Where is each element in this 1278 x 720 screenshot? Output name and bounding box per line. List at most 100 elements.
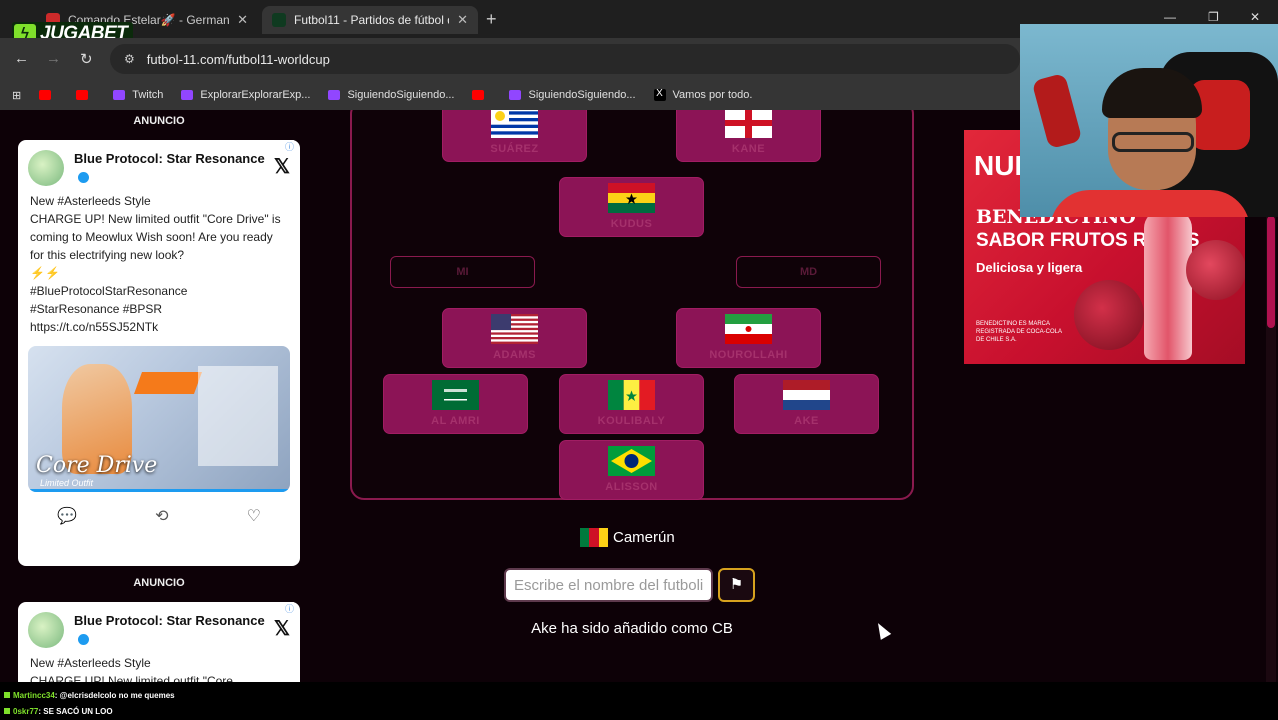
like-icon[interactable]: ♡ [247, 506, 261, 526]
futbol11-favicon-icon [272, 13, 286, 27]
lineup-pitch: SUÁREZ KANE KUDUS MI MD ADAMS NOUROLLAHI… [350, 110, 914, 500]
badge-icon [4, 708, 10, 714]
player-card-nourollahi[interactable]: NOUROLLAHI [676, 308, 821, 368]
chat-message: Martincc34: @elcrisdelcolo no me quemes [4, 691, 175, 700]
reload-icon[interactable]: ↻ [80, 50, 93, 68]
bookmark-youtube[interactable] [76, 90, 95, 100]
twitch-icon [328, 90, 341, 100]
tweet-ad[interactable]: ⓘ Blue Protocol: Star Resonance 𝕏 New #A… [18, 602, 300, 682]
brazil-flag-icon [608, 446, 655, 476]
netherlands-flag-icon [783, 380, 830, 410]
forward-icon[interactable]: → [46, 50, 61, 67]
bookmark-x[interactable]: X Vamos por todo. [653, 89, 753, 101]
bookmark-twitch[interactable]: Twitch [113, 89, 163, 101]
ad-info-icon[interactable]: ⓘ [284, 140, 294, 153]
player-name: KANE [731, 143, 766, 155]
back-icon[interactable]: ← [14, 50, 29, 67]
youtube-icon [39, 90, 52, 100]
player-card-kudus[interactable]: KUDUS [559, 177, 704, 237]
player-card-alisson[interactable]: ALISSON [559, 440, 704, 500]
empty-slot-mi[interactable]: MI [390, 256, 535, 288]
current-team: Camerún [580, 528, 675, 547]
youtube-icon [76, 90, 89, 100]
close-tab-icon[interactable]: ✕ [457, 12, 468, 28]
twitch-icon [113, 90, 126, 100]
tab-futbol11[interactable]: Futbol11 - Partidos de fútbol de ✕ [262, 6, 478, 34]
bookmark-youtube[interactable] [472, 90, 491, 100]
badge-icon [4, 692, 10, 698]
glasses-image [1112, 132, 1194, 152]
bookmark-explorar[interactable]: ExplorarExplorarExp... [181, 89, 310, 101]
tweet-actions: 💬 ⟲ ♡ [18, 492, 300, 538]
youtube-icon [472, 90, 485, 100]
player-name: AKE [794, 415, 819, 427]
bookmark-label: Twitch [132, 89, 164, 101]
player-name: NOUROLLAHI [709, 349, 788, 361]
cameroon-flag-icon [580, 528, 608, 547]
player-name: KUDUS [610, 218, 653, 230]
chat-message: 0skr77: SE SACÓ UN LOO [4, 707, 113, 716]
bookmark-siguiendo[interactable]: SiguiendoSiguiendo... [328, 89, 454, 101]
ad-info-icon[interactable]: ⓘ [284, 602, 294, 615]
uruguay-flag-icon [491, 110, 538, 138]
window-close-icon[interactable]: ✕ [1250, 10, 1260, 24]
url-text: futbol-11.com/futbol11-worldcup [146, 51, 330, 67]
microphone-image [1031, 72, 1083, 150]
verified-icon [78, 172, 89, 184]
screen: Comando Estelar🚀 - Germani ✕ Futbol11 - … [0, 0, 1278, 720]
x-logo-icon[interactable]: 𝕏 [274, 616, 290, 648]
player-card-suarez[interactable]: SUÁREZ [442, 110, 587, 162]
tweet-ad[interactable]: ⓘ Blue Protocol: Star Resonance 𝕏 New #A… [18, 140, 300, 566]
player-card-kane[interactable]: KANE [676, 110, 821, 162]
close-tab-icon[interactable]: ✕ [237, 12, 248, 28]
site-info-icon[interactable]: ⚙ [124, 52, 135, 66]
bookmark-label: Vamos por todo. [672, 89, 753, 101]
ad-legal: BENEDICTINO ES MARCA REGISTRADA DE COCA-… [976, 321, 1062, 343]
player-name: AL AMRI [431, 415, 480, 427]
player-name: SUÁREZ [490, 143, 539, 155]
stream-chat: Martincc34: @elcrisdelcolo no me quemes … [0, 682, 1278, 720]
player-card-al-amri[interactable]: AL AMRI [383, 374, 528, 434]
bookmark-label: ExplorarExplorarExp... [200, 89, 311, 101]
bookmark-siguiendo[interactable]: SiguiendoSiguiendo... [509, 89, 636, 101]
tweet-account-name: Blue Protocol: Star Resonance [74, 612, 274, 648]
player-card-ake[interactable]: AKE [734, 374, 879, 434]
x-logo-icon[interactable]: 𝕏 [274, 154, 290, 186]
video-subcaption: Limited Outfit [40, 478, 94, 488]
team-name: Camerún [613, 529, 675, 546]
pomegranate-image [1186, 240, 1245, 300]
twitch-icon [181, 90, 194, 100]
reply-icon[interactable]: 💬 [57, 506, 77, 526]
status-message: Ake ha sido añadido como CB [531, 620, 733, 637]
minimize-icon[interactable]: — [1164, 10, 1176, 24]
avatar [28, 150, 64, 186]
url-field[interactable]: ⚙ futbol-11.com/futbol11-worldcup [110, 44, 1020, 74]
player-name: ADAMS [493, 349, 536, 361]
saudi-flag-icon [432, 380, 479, 410]
twitch-icon [509, 90, 522, 100]
tweet-video[interactable]: Core Drive Limited Outfit [28, 346, 290, 492]
tweet-account-name: Blue Protocol: Star Resonance [74, 150, 274, 186]
verified-icon [78, 634, 89, 646]
ghana-flag-icon [608, 183, 655, 213]
x-icon: X [653, 89, 666, 101]
tweet-text: New #Asterleeds Style CHARGE UP! New lim… [30, 656, 233, 682]
bookmark-youtube[interactable] [39, 90, 58, 100]
flag-icon: ⚑ [729, 576, 744, 593]
apps-grid-icon[interactable]: ⊞ [12, 89, 21, 102]
player-card-koulibaly[interactable]: KOULIBALY [559, 374, 704, 434]
retweet-icon[interactable]: ⟲ [155, 506, 168, 526]
restore-icon[interactable]: ❐ [1208, 10, 1219, 24]
surrender-flag-button[interactable]: ⚑ [718, 568, 755, 602]
player-name-input[interactable] [504, 568, 713, 602]
player-card-adams[interactable]: ADAMS [442, 308, 587, 368]
usa-flag-icon [491, 314, 538, 344]
tweet-text: New #Asterleeds Style CHARGE UP! New lim… [30, 194, 281, 334]
empty-slot-md[interactable]: MD [736, 256, 881, 288]
avatar [28, 612, 64, 648]
scrollbar-thumb[interactable] [1267, 216, 1275, 328]
webcam-overlay [1020, 24, 1278, 217]
player-search: ⚑ [504, 568, 755, 602]
ad-tagline: Deliciosa y ligera [976, 260, 1083, 275]
new-tab-button[interactable]: + [486, 9, 497, 30]
